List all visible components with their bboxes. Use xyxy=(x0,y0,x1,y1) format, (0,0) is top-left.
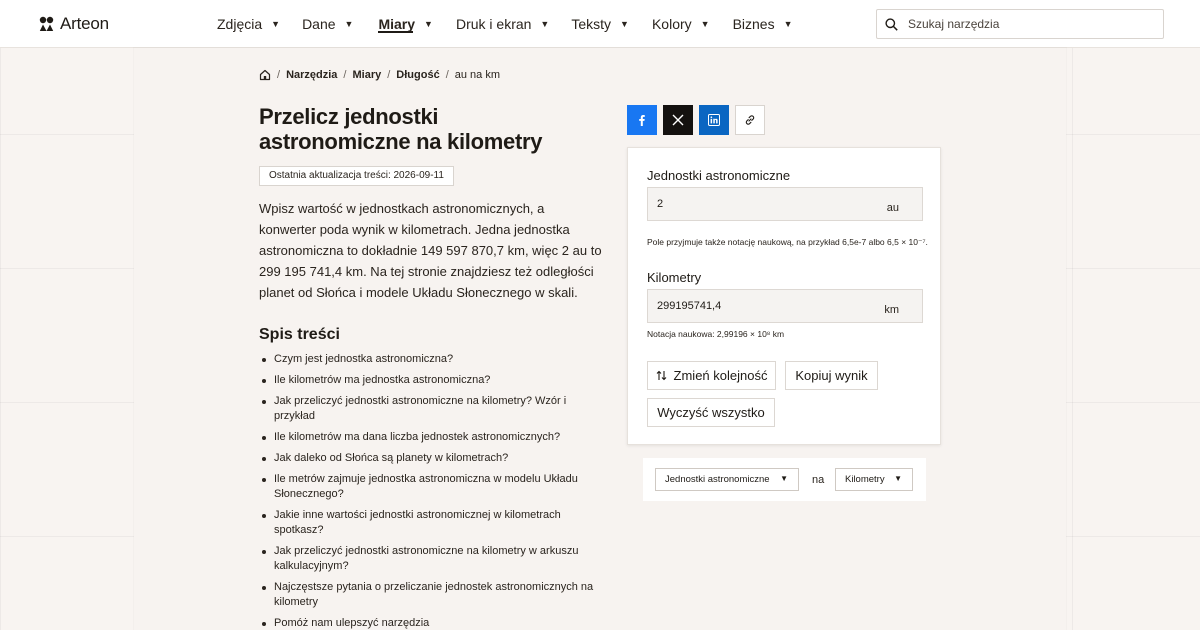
facebook-icon xyxy=(639,115,645,126)
nav-item-label: Teksty xyxy=(571,16,612,32)
toc-item[interactable]: Jak daleko od Słońca są planety w kilome… xyxy=(259,451,599,466)
caret-down-icon: ▼ xyxy=(700,19,710,29)
breadcrumb-link-narzedzia[interactable]: Narzędzia xyxy=(286,69,337,81)
nav-item-miary[interactable]: Miary ▼ xyxy=(378,0,433,48)
swap-units-label: Zmień kolejność xyxy=(673,368,768,383)
home-icon[interactable] xyxy=(259,69,271,81)
to-value-field[interactable]: km xyxy=(647,289,923,323)
copy-result-button[interactable]: Kopiuj wynik xyxy=(785,361,878,390)
table-of-contents: Czym jest jednostka astronomiczna? Ile k… xyxy=(259,352,599,630)
search-box[interactable] xyxy=(876,9,1164,39)
share-x-button[interactable] xyxy=(663,105,693,135)
breadcrumb-separator: / xyxy=(277,69,281,81)
caret-down-icon: ▼ xyxy=(344,19,354,29)
from-unit-suffix: au xyxy=(886,202,899,214)
breadcrumb-link-dlugosc[interactable]: Długość xyxy=(396,69,439,81)
breadcrumb-separator: / xyxy=(343,69,347,81)
nav-item-label: Druk i ekran xyxy=(455,16,532,32)
nav-item-label: Dane xyxy=(302,16,336,32)
from-field-label: Jednostki astronomiczne xyxy=(647,168,791,183)
main-nav: Zdjęcia ▼ Dane ▼ Miary ▼ Druk i ekran ▼ … xyxy=(217,0,793,48)
toc-item[interactable]: Ile kilometrów ma dana liczba jednostek … xyxy=(259,430,599,445)
nav-item-kolory[interactable]: Kolory ▼ xyxy=(652,0,710,48)
caret-down-icon: ▼ xyxy=(780,474,788,483)
brand-logo[interactable]: Arteon xyxy=(39,14,109,34)
top-navigation-bar: Arteon Zdjęcia ▼ Dane ▼ Miary ▼ Druk i e… xyxy=(0,0,1200,48)
arteon-logo-icon xyxy=(39,16,54,31)
nav-item-label: Biznes xyxy=(732,16,775,32)
to-unit-suffix: km xyxy=(884,304,899,316)
nav-item-dane[interactable]: Dane ▼ xyxy=(302,0,353,48)
caret-down-icon: ▼ xyxy=(894,474,902,483)
converter-card: Jednostki astronomiczne au Pole przyjmuj… xyxy=(627,147,941,445)
switcher-connector: na xyxy=(812,474,825,486)
brand-name: Arteon xyxy=(60,14,109,33)
breadcrumb-current: au na km xyxy=(454,69,501,81)
from-unit-select[interactable]: Jednostki astronomiczne ▼ xyxy=(655,468,799,491)
last-updated-badge: Ostatnia aktualizacja treści: 2026-09-11 xyxy=(259,166,454,186)
nav-item-label: Kolory xyxy=(651,16,692,32)
link-icon xyxy=(745,115,755,125)
caret-down-icon: ▼ xyxy=(783,19,793,29)
copy-link-button[interactable] xyxy=(735,105,765,135)
to-unit-select[interactable]: Kilometry ▼ xyxy=(835,468,913,491)
toc-item[interactable]: Pomóż nam ulepszyć narzędzia xyxy=(259,616,599,630)
to-unit-select-value: Kilometry xyxy=(845,474,885,485)
toc-item[interactable]: Najczęstsze pytania o przeliczanie jedno… xyxy=(259,580,599,610)
caret-down-icon: ▼ xyxy=(620,19,629,29)
swap-arrows-icon xyxy=(656,370,666,381)
x-icon xyxy=(672,114,684,126)
toc-item[interactable]: Ile metrów zajmuje jednostka astronomicz… xyxy=(259,472,599,502)
breadcrumb-separator: / xyxy=(387,69,391,81)
page-title: Przelicz jednostki astronomiczne na kilo… xyxy=(259,104,543,154)
nav-item-biznes[interactable]: Biznes ▼ xyxy=(733,0,793,48)
swap-units-button[interactable]: Zmień kolejność xyxy=(647,361,776,390)
unit-switcher: Jednostki astronomiczne ▼ na Kilometry ▼ xyxy=(643,458,926,501)
nav-item-label: Zdjęcia xyxy=(217,16,263,32)
toc-heading: Spis treści xyxy=(259,326,340,343)
breadcrumb-link-miary[interactable]: Miary xyxy=(352,69,381,81)
caret-down-icon: ▼ xyxy=(424,19,433,29)
toc-item[interactable]: Jak przeliczyć jednostki astronomiczne n… xyxy=(259,544,599,574)
share-linkedin-button[interactable] xyxy=(699,105,729,135)
search-input[interactable] xyxy=(908,17,1148,31)
nav-item-label: Miary xyxy=(378,16,416,32)
clear-all-button[interactable]: Wyczyść wszystko xyxy=(647,398,775,427)
linkedin-icon xyxy=(708,114,720,126)
caret-down-icon: ▼ xyxy=(271,19,281,29)
km-input[interactable] xyxy=(648,300,868,312)
from-value-field[interactable]: au xyxy=(647,187,923,221)
from-field-hint: Pole przyjmuje także notację naukową, na… xyxy=(647,237,928,247)
copy-result-label: Kopiuj wynik xyxy=(795,368,868,383)
intro-paragraph: Wpisz wartość w jednostkach astronomiczn… xyxy=(259,201,602,300)
caret-down-icon: ▼ xyxy=(540,19,550,29)
from-unit-select-value: Jednostki astronomiczne xyxy=(665,474,770,485)
breadcrumb-separator: / xyxy=(445,69,449,81)
nav-item-druk-i-ekran[interactable]: Druk i ekran ▼ xyxy=(456,0,549,48)
nav-item-teksty[interactable]: Teksty ▼ xyxy=(571,0,629,48)
toc-item[interactable]: Ile kilometrów ma jednostka astronomiczn… xyxy=(259,373,599,388)
scientific-notation-note: Notacja naukowa: 2,99196 × 10⁸ km xyxy=(647,329,785,339)
search-icon xyxy=(885,17,898,31)
toc-item[interactable]: Jak przeliczyć jednostki astronomiczne n… xyxy=(259,394,599,424)
share-facebook-button[interactable] xyxy=(627,105,657,135)
nav-item-zdjecia[interactable]: Zdjęcia ▼ xyxy=(217,0,280,48)
to-field-label: Kilometry xyxy=(647,270,702,285)
toc-item[interactable]: Czym jest jednostka astronomiczna? xyxy=(259,352,599,367)
breadcrumb: / Narzędzia / Miary / Długość / au na km xyxy=(259,69,500,81)
au-input[interactable] xyxy=(648,198,868,210)
share-buttons xyxy=(627,105,765,135)
clear-all-label: Wyczyść wszystko xyxy=(657,405,765,420)
toc-item[interactable]: Jakie inne wartości jednostki astronomic… xyxy=(259,508,599,538)
